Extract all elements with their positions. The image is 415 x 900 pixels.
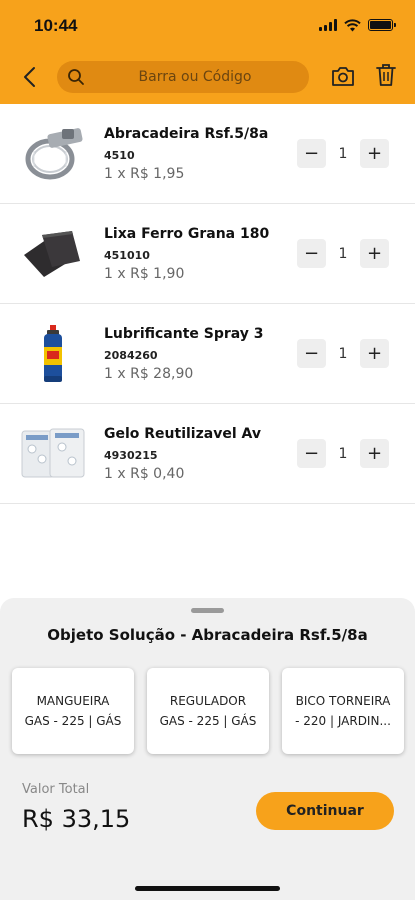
product-image-ice-packs bbox=[20, 421, 86, 487]
item-quantity: 1 bbox=[338, 145, 348, 162]
suggestion-line: BICO TORNEIRA bbox=[295, 694, 391, 708]
item-quantity: 1 bbox=[338, 245, 348, 262]
app-header: 10:44 bbox=[0, 0, 415, 104]
total-value: R$ 33,15 bbox=[22, 805, 131, 833]
item-name: Abracadeira Rsf.5/8a bbox=[104, 126, 269, 142]
status-icons bbox=[319, 16, 396, 34]
back-icon bbox=[24, 67, 35, 87]
decrease-button[interactable]: − bbox=[297, 239, 326, 268]
suggestion-card[interactable]: REGULADOR GAS - 225 | GÁS bbox=[147, 668, 269, 754]
increase-button[interactable]: + bbox=[360, 339, 389, 368]
suggestion-line: - 220 | JARDIN... bbox=[295, 714, 391, 728]
suggestion-line: GAS - 225 | GÁS bbox=[24, 714, 122, 728]
cellular-signal-icon bbox=[319, 19, 337, 31]
cart-item[interactable]: Lixa Ferro Grana 180 451010 1 x R$ 1,90 … bbox=[0, 204, 415, 304]
suggestion-card[interactable]: BICO TORNEIRA - 220 | JARDIN... bbox=[282, 668, 404, 754]
item-name: Lixa Ferro Grana 180 bbox=[104, 226, 270, 242]
battery-icon bbox=[368, 19, 396, 31]
item-code: 2084260 bbox=[104, 349, 158, 362]
item-price: 1 x R$ 0,40 bbox=[104, 466, 185, 482]
item-quantity: 1 bbox=[338, 445, 348, 462]
product-image-sandpaper bbox=[20, 221, 86, 287]
total-label: Valor Total bbox=[22, 782, 90, 797]
trash-icon bbox=[376, 64, 396, 86]
increase-button[interactable]: + bbox=[360, 239, 389, 268]
search-input[interactable] bbox=[57, 61, 309, 93]
suggestion-card[interactable]: MANGUEIRA GAS - 225 | GÁS bbox=[12, 668, 134, 754]
bottom-sheet: Objeto Solução - Abracadeira Rsf.5/8a MA… bbox=[0, 598, 415, 900]
continue-button[interactable]: Continuar bbox=[256, 792, 394, 830]
cart-item[interactable]: Lubrificante Spray 3 2084260 1 x R$ 28,9… bbox=[0, 304, 415, 404]
search-icon bbox=[68, 69, 84, 85]
home-indicator[interactable] bbox=[135, 886, 280, 891]
suggestion-line: REGULADOR bbox=[169, 694, 247, 708]
sheet-title: Objeto Solução - Abracadeira Rsf.5/8a bbox=[47, 626, 368, 644]
search-bar[interactable] bbox=[57, 61, 309, 93]
suggestion-line: MANGUEIRA bbox=[36, 694, 110, 708]
camera-icon bbox=[332, 67, 354, 86]
item-name: Lubrificante Spray 3 bbox=[104, 326, 264, 342]
decrease-button[interactable]: − bbox=[297, 139, 326, 168]
quantity-stepper: − 1 + bbox=[297, 239, 389, 268]
item-price: 1 x R$ 1,95 bbox=[104, 166, 185, 182]
increase-button[interactable]: + bbox=[360, 139, 389, 168]
status-time: 10:44 bbox=[34, 16, 78, 35]
suggestion-line: GAS - 225 | GÁS bbox=[159, 714, 257, 728]
decrease-button[interactable]: − bbox=[297, 339, 326, 368]
wifi-icon bbox=[344, 18, 361, 31]
increase-button[interactable]: + bbox=[360, 439, 389, 468]
item-name: Gelo Reutilizavel Av bbox=[104, 426, 261, 442]
quantity-stepper: − 1 + bbox=[297, 439, 389, 468]
item-code: 4930215 bbox=[104, 449, 158, 462]
quantity-stepper: − 1 + bbox=[297, 339, 389, 368]
camera-button[interactable] bbox=[331, 66, 355, 91]
quantity-stepper: − 1 + bbox=[297, 139, 389, 168]
cart-item[interactable]: Gelo Reutilizavel Av 4930215 1 x R$ 0,40… bbox=[0, 404, 415, 504]
back-button[interactable] bbox=[18, 64, 40, 90]
clear-cart-button[interactable] bbox=[376, 63, 396, 91]
decrease-button[interactable]: − bbox=[297, 439, 326, 468]
suggestion-list: MANGUEIRA GAS - 225 | GÁS REGULADOR GAS … bbox=[12, 668, 404, 754]
item-code: 451010 bbox=[104, 249, 150, 262]
product-image-spray-can bbox=[20, 321, 86, 387]
cart-item[interactable]: Abracadeira Rsf.5/8a 4510 1 x R$ 1,95 − … bbox=[0, 104, 415, 204]
item-price: 1 x R$ 28,90 bbox=[104, 366, 194, 382]
item-quantity: 1 bbox=[338, 345, 348, 362]
item-code: 4510 bbox=[104, 149, 135, 162]
product-image-hose-clamp bbox=[20, 121, 86, 187]
cart-item-list: Abracadeira Rsf.5/8a 4510 1 x R$ 1,95 − … bbox=[0, 104, 415, 504]
sheet-grabber[interactable] bbox=[191, 608, 224, 613]
item-price: 1 x R$ 1,90 bbox=[104, 266, 185, 282]
